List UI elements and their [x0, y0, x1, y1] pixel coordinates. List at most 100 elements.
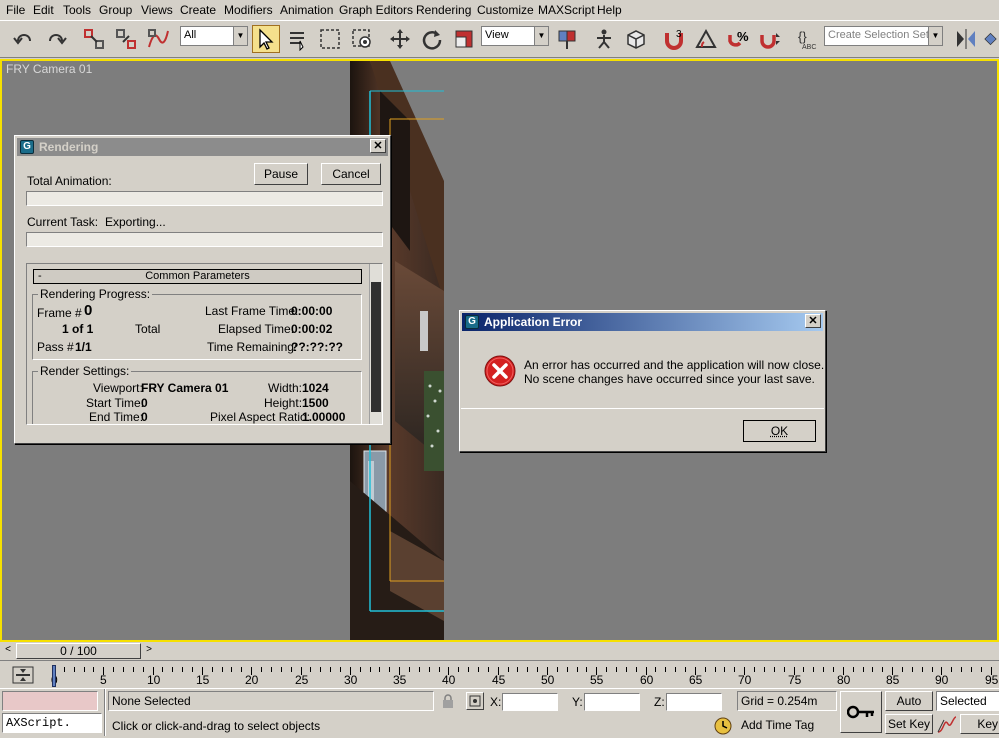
x-coordinate-field[interactable] — [502, 693, 558, 711]
window-crossing-icon — [350, 27, 374, 51]
select-and-scale-button[interactable] — [450, 25, 478, 53]
ruler-tick — [932, 667, 933, 672]
ruler-tick-label: 55 — [590, 673, 603, 687]
ruler-tick-label: 30 — [344, 673, 357, 687]
set-key-button[interactable]: Set Key — [885, 714, 933, 734]
svg-text:{}: {} — [798, 29, 807, 44]
end-time-value: 0 — [141, 410, 148, 424]
snaps-toggle-button[interactable]: 3 — [660, 25, 688, 53]
ruler-tick — [853, 667, 854, 672]
cancel-button[interactable]: Cancel — [321, 163, 381, 185]
menu-create[interactable]: Create — [180, 3, 216, 17]
edit-named-selection-button[interactable]: {} ABC — [794, 25, 822, 53]
keyboard-shortcut-override-button[interactable] — [622, 25, 650, 53]
auto-key-button[interactable]: Auto Key — [885, 691, 933, 711]
menu-bar: File Edit Tools Group Views Create Modif… — [0, 0, 999, 20]
start-time-value: 0 — [141, 396, 148, 410]
ruler-tick — [951, 667, 952, 672]
viewport-label[interactable]: FRY Camera 01 — [6, 62, 92, 76]
rendering-titlebar[interactable]: G Rendering ✕ — [17, 138, 388, 156]
menu-group[interactable]: Group — [99, 3, 132, 17]
ruler-tick — [439, 667, 440, 672]
add-time-tag[interactable]: Add Time Tag — [737, 715, 841, 735]
maxscript-mini-listener[interactable]: AXScript. — [2, 713, 102, 733]
angle-snap-button[interactable] — [692, 25, 720, 53]
menu-maxscript[interactable]: MAXScript — [538, 3, 595, 17]
pause-button[interactable]: Pause — [254, 163, 308, 185]
redo-button[interactable] — [42, 25, 70, 53]
ruler-tick — [488, 667, 489, 672]
bind-space-warp-button[interactable] — [144, 25, 172, 53]
menu-file[interactable]: File — [6, 3, 25, 17]
close-icon[interactable]: ✕ — [805, 314, 821, 328]
undo-button[interactable] — [10, 25, 38, 53]
ruler-tick — [458, 667, 459, 672]
menu-rendering[interactable]: Rendering — [416, 3, 471, 17]
scrollbar-thumb[interactable] — [371, 282, 381, 412]
elapsed-time-value: 0:00:02 — [291, 322, 332, 336]
common-parameters-rollout-header[interactable]: - Common Parameters — [33, 269, 362, 284]
menu-views[interactable]: Views — [141, 3, 173, 17]
reference-coordinate-dropdown[interactable]: View ▼ — [481, 26, 549, 46]
z-coordinate-field[interactable] — [666, 693, 722, 711]
ruler-tick — [537, 667, 538, 672]
menu-tools[interactable]: Tools — [63, 3, 91, 17]
select-and-manipulate-button[interactable] — [590, 25, 618, 53]
close-icon[interactable]: ✕ — [370, 139, 386, 153]
select-and-move-button[interactable] — [386, 25, 414, 53]
pass-label: Pass # — [37, 340, 74, 354]
set-key-mode-button[interactable] — [840, 691, 882, 733]
time-slider-right-arrow[interactable]: > — [142, 644, 156, 658]
space-warp-icon — [146, 27, 170, 51]
select-by-name-button[interactable] — [284, 25, 312, 53]
spinner-snap-button[interactable] — [756, 25, 784, 53]
select-object-button[interactable] — [252, 25, 280, 53]
unlink-selection-button[interactable] — [112, 25, 140, 53]
current-frame-marker[interactable] — [52, 665, 56, 687]
percent-snap-icon: % — [726, 27, 750, 51]
viewport-setting-value: FRY Camera 01 — [141, 381, 228, 395]
ruler-tick-label: 70 — [738, 673, 751, 687]
ruler-tick — [310, 667, 311, 672]
ruler-tick — [231, 667, 232, 672]
frame-label: Frame # — [37, 306, 82, 320]
select-and-rotate-button[interactable] — [418, 25, 446, 53]
key-filters-button[interactable]: Key — [960, 714, 999, 734]
rectangular-selection-button[interactable] — [316, 25, 344, 53]
selection-filter-dropdown[interactable]: All ▼ — [180, 26, 248, 46]
menu-help[interactable]: Help — [597, 3, 622, 17]
named-selection-set-dropdown[interactable]: Create Selection Set ▼ — [824, 26, 943, 46]
default-in-out-tangent-button[interactable] — [936, 715, 958, 734]
chevron-down-icon: ▼ — [928, 27, 942, 45]
align-button[interactable] — [982, 25, 999, 53]
select-and-link-button[interactable] — [80, 25, 108, 53]
menu-customize[interactable]: Customize — [477, 3, 534, 17]
ruler-tick — [882, 667, 883, 672]
menu-graph-editors[interactable]: Graph Editors — [339, 3, 413, 17]
panel-scrollbar[interactable] — [369, 264, 382, 424]
ruler-tick — [212, 667, 213, 672]
track-bar[interactable]: 05101520253035404550556065707580859095 — [0, 660, 999, 688]
window-crossing-button[interactable] — [348, 25, 376, 53]
tangent-curve-icon — [936, 715, 958, 734]
time-tag-button[interactable] — [714, 717, 732, 735]
ok-button[interactable]: OK — [743, 420, 816, 442]
absolute-mode-toggle[interactable] — [466, 692, 484, 710]
percent-snap-button[interactable]: % — [724, 25, 752, 53]
mirror-button[interactable] — [952, 25, 980, 53]
key-filter-selected-dropdown[interactable]: Selected — [936, 691, 999, 711]
ruler-tick — [241, 667, 242, 672]
ruler-tick — [715, 667, 716, 672]
ruler-tick — [567, 667, 568, 672]
time-slider-thumb[interactable]: 0 / 100 — [16, 643, 141, 659]
pivot-center-button[interactable] — [553, 25, 581, 53]
y-coordinate-field[interactable] — [584, 693, 640, 711]
pixel-aspect-label: Pixel Aspect Ratio: — [210, 410, 310, 424]
menu-edit[interactable]: Edit — [33, 3, 54, 17]
maxscript-listener-pink[interactable] — [2, 691, 98, 711]
menu-animation[interactable]: Animation — [280, 3, 333, 17]
selection-lock-button[interactable] — [442, 694, 454, 708]
time-slider-left-arrow[interactable]: < — [0, 644, 16, 658]
menu-modifiers[interactable]: Modifiers — [224, 3, 273, 17]
error-titlebar[interactable]: G Application Error ✕ — [462, 313, 823, 331]
